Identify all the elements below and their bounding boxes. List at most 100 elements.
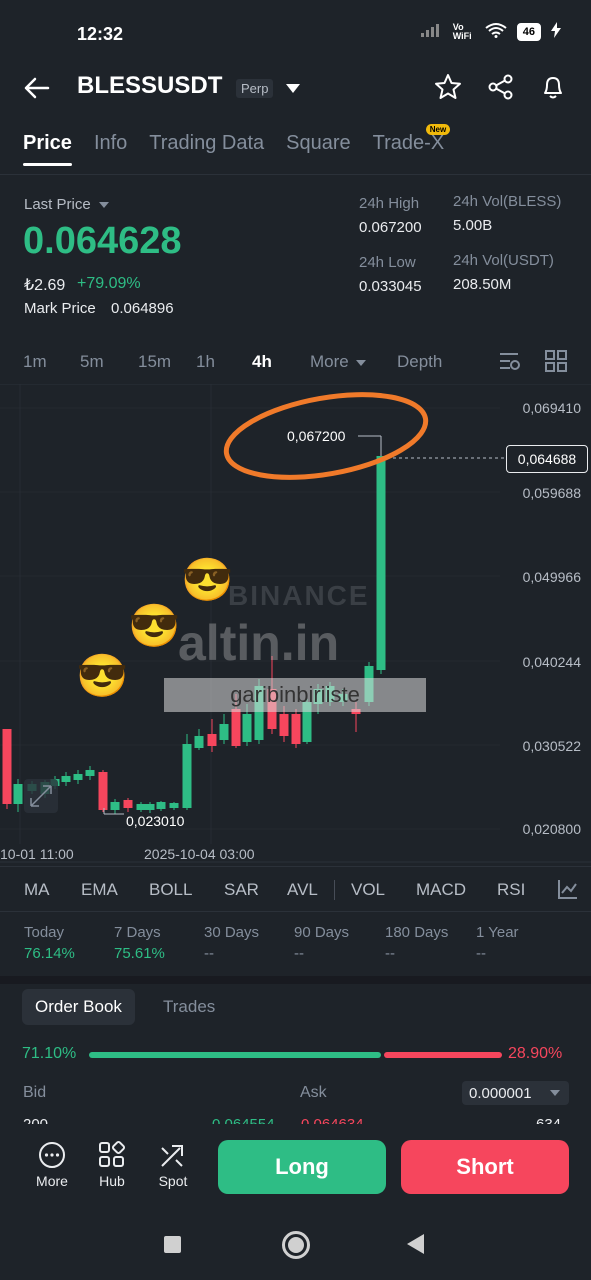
interval-15m[interactable]: 15m <box>138 352 171 372</box>
indicator-settings-icon[interactable] <box>556 877 580 906</box>
vol-quote-label: 24h Vol(USDT) <box>453 252 554 269</box>
vol-base-value: 5.00B <box>453 217 493 234</box>
interval-1m[interactable]: 1m <box>23 352 47 372</box>
indicator-rsi[interactable]: RSI <box>497 880 525 900</box>
hub-icon <box>99 1140 126 1167</box>
candle-body <box>291 714 301 744</box>
tab-info[interactable]: Info <box>94 132 127 155</box>
ask-header: Ask <box>300 1084 327 1101</box>
candle-body <box>169 803 179 808</box>
bell-icon[interactable] <box>539 73 567 101</box>
perf-label: Today <box>24 924 65 941</box>
overlay-caption: garibinbiriiste <box>164 678 426 712</box>
interval-4h[interactable]: 4h <box>252 352 272 372</box>
price-axis-tick: 0,069410 <box>522 400 581 416</box>
last-price-label[interactable]: Last Price <box>24 196 109 213</box>
short-button[interactable]: Short <box>401 1140 569 1194</box>
home-icon[interactable] <box>282 1231 310 1259</box>
candle-body <box>13 784 23 804</box>
tab-trading-data[interactable]: Trading Data <box>149 132 264 155</box>
indicator-sar[interactable]: SAR <box>224 880 259 900</box>
nav-hub[interactable]: Hub <box>87 1140 137 1189</box>
candle-body <box>242 714 252 742</box>
symbol-title[interactable]: BLESSUSDT <box>77 72 222 100</box>
perf-value: -- <box>476 945 486 962</box>
current-price-tag: 0,064688 <box>506 445 588 473</box>
nav-more[interactable]: More <box>27 1140 77 1189</box>
tab-trades[interactable]: Trades <box>163 997 215 1017</box>
perf-label: 180 Days <box>385 924 449 941</box>
recents-icon[interactable] <box>164 1236 181 1253</box>
charging-icon <box>551 22 561 41</box>
low-value: 0.033045 <box>359 278 422 295</box>
precision-dropdown-icon <box>550 1090 560 1096</box>
indicator-ema[interactable]: EMA <box>81 880 118 900</box>
interval-more-label: More <box>310 352 349 371</box>
chart-settings-icon[interactable] <box>498 350 522 377</box>
candle-body <box>98 772 108 810</box>
interval-1h[interactable]: 1h <box>196 352 215 372</box>
indicator-avl[interactable]: AVL <box>287 880 318 900</box>
perf-label: 1 Year <box>476 924 519 941</box>
interval-more[interactable]: More <box>310 352 367 372</box>
depth-tab[interactable]: Depth <box>397 352 442 372</box>
indicator-divider <box>334 880 335 900</box>
time-axis-label: 10-01 11:00 <box>0 846 74 862</box>
perf-label: 30 Days <box>204 924 260 941</box>
indicator-macd[interactable]: MACD <box>416 880 466 900</box>
time-axis-label: 2025-10-04 03:00 <box>144 846 255 862</box>
candle-body <box>207 734 217 746</box>
bid-ratio-bar <box>89 1052 381 1058</box>
candle-body <box>73 774 83 780</box>
perf-value: 76.14% <box>24 945 75 962</box>
candle-body <box>182 744 192 808</box>
tab-order-book[interactable]: Order Book <box>22 989 135 1025</box>
mark-price: 0.064896 <box>111 300 174 317</box>
candle-body <box>123 800 133 808</box>
precision-value: 0.000001 <box>469 1085 532 1102</box>
mark-price-label: Mark Price <box>24 300 96 317</box>
indicator-boll[interactable]: BOLL <box>149 880 192 900</box>
back-nav-icon[interactable] <box>407 1234 424 1254</box>
fiat-price: ₺2.69 <box>24 277 66 294</box>
bid-header: Bid <box>23 1084 47 1101</box>
long-button[interactable]: Long <box>218 1140 386 1194</box>
vol-quote-value: 208.50M <box>453 276 512 293</box>
nav-spot[interactable]: Spot <box>148 1140 198 1189</box>
precision-select[interactable]: 0.000001 <box>462 1081 569 1105</box>
perf-value: -- <box>294 945 304 962</box>
price-axis-tick: 0,030522 <box>522 738 581 754</box>
indicator-ma[interactable]: MA <box>24 880 50 900</box>
favorite-star-icon[interactable] <box>434 73 462 101</box>
tab-price[interactable]: Price <box>23 132 72 166</box>
interval-5m[interactable]: 5m <box>80 352 104 372</box>
overlay-logo: altin.in <box>178 614 339 672</box>
candle-body <box>231 709 241 746</box>
price-axis-tick: 0,049966 <box>522 569 581 585</box>
sunglasses-emoji-3: 😎 <box>181 556 234 603</box>
vowifi-label: Vo WiFi <box>452 21 472 41</box>
symbol-dropdown-icon[interactable] <box>286 84 300 93</box>
candle-body <box>279 714 289 736</box>
nav-spot-label: Spot <box>158 1173 188 1189</box>
high-value: 0.067200 <box>359 219 422 236</box>
share-icon[interactable] <box>487 73 515 101</box>
layout-grid-icon[interactable] <box>545 350 567 377</box>
indicator-vol[interactable]: VOL <box>351 880 385 900</box>
tabs-divider <box>0 174 591 175</box>
more-dropdown-icon <box>356 359 367 366</box>
back-arrow-icon[interactable] <box>22 74 52 102</box>
signal-icon <box>420 23 443 40</box>
indicator-divider-line <box>0 911 591 912</box>
perf-label: 90 Days <box>294 924 350 941</box>
tab-trade-x[interactable]: Trade-X New <box>373 124 451 155</box>
tab-square[interactable]: Square <box>286 132 351 155</box>
vol-base-label: 24h Vol(BLESS) <box>453 193 562 210</box>
sunglasses-emoji-2: 😎 <box>128 602 181 649</box>
candle-body <box>85 770 95 776</box>
candle-body <box>2 729 12 804</box>
bid-ratio: 71.10% <box>22 1045 77 1062</box>
wifi-icon <box>485 22 507 41</box>
nav-hub-label: Hub <box>99 1173 125 1189</box>
low-marker-label: 0,023010 <box>126 813 185 829</box>
